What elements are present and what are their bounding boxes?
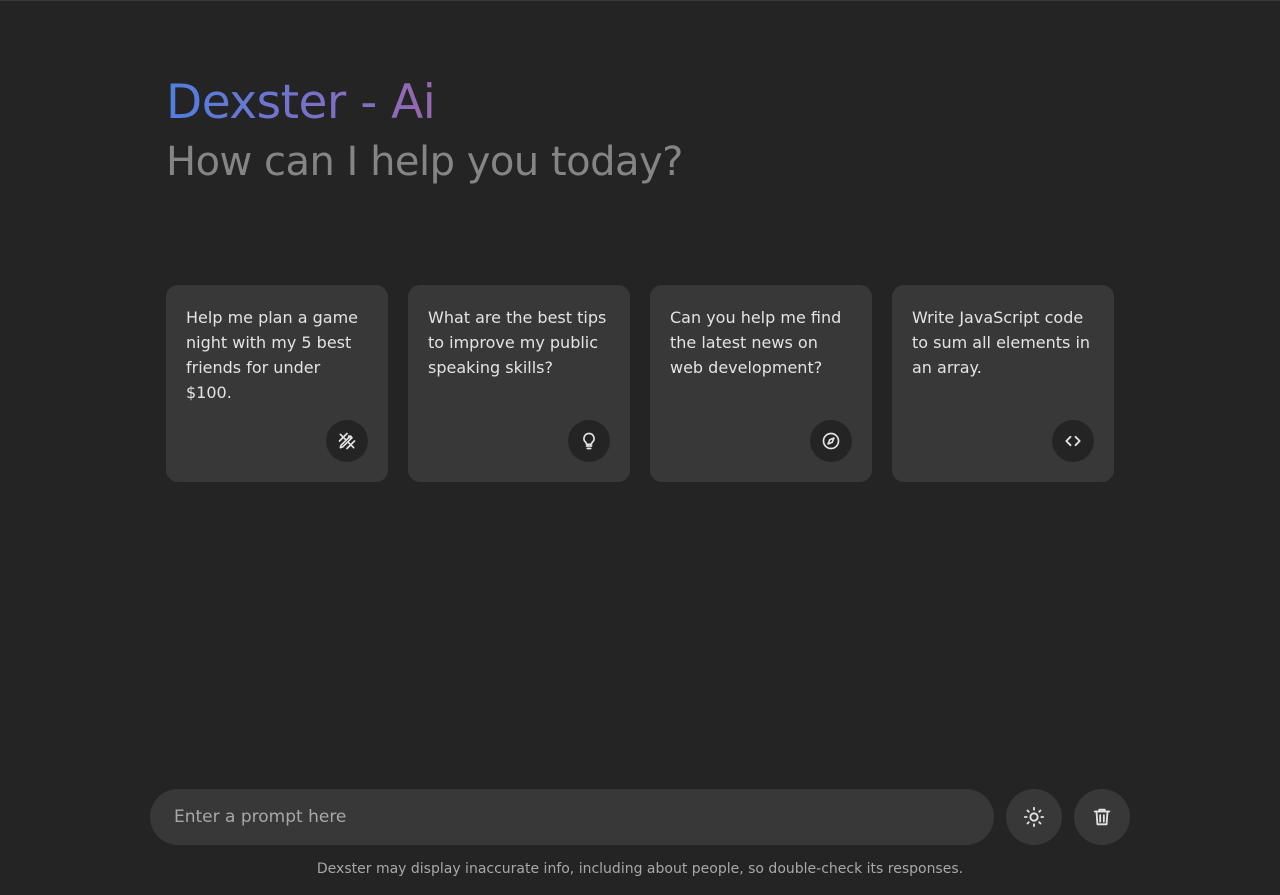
page-subtitle: How can I help you today?	[166, 139, 683, 185]
suggestion-card-game-night[interactable]: Help me plan a game night with my 5 best…	[166, 285, 388, 482]
theme-toggle-button[interactable]	[1006, 789, 1062, 845]
delete-chat-button[interactable]	[1074, 789, 1130, 845]
prompt-container	[150, 789, 994, 845]
lightbulb-icon	[568, 420, 610, 462]
disclaimer-text: Dexster may display inaccurate info, inc…	[316, 861, 964, 877]
suggestion-text: Write JavaScript code to sum all element…	[912, 308, 1091, 377]
suggestion-card-public-speaking[interactable]: What are the best tips to improve my pub…	[408, 285, 630, 482]
suggestion-card-javascript[interactable]: Write JavaScript code to sum all element…	[892, 285, 1114, 482]
header: Dexster - Ai How can I help you today?	[166, 73, 683, 187]
pencil-ruler-icon	[326, 420, 368, 462]
suggestion-text: Can you help me find the latest news on …	[670, 308, 842, 377]
suggestion-list: Help me plan a game night with my 5 best…	[166, 285, 1114, 482]
prompt-input[interactable]	[174, 807, 970, 827]
sun-icon	[1023, 806, 1045, 828]
code-icon	[1052, 420, 1094, 462]
prompt-bar	[150, 789, 1130, 845]
suggestion-text: What are the best tips to improve my pub…	[428, 308, 607, 377]
compass-icon	[810, 420, 852, 462]
suggestion-text: Help me plan a game night with my 5 best…	[186, 308, 358, 402]
suggestion-card-web-news[interactable]: Can you help me find the latest news on …	[650, 285, 872, 482]
trash-icon	[1091, 806, 1113, 828]
app-title: Dexster - Ai	[166, 73, 683, 133]
